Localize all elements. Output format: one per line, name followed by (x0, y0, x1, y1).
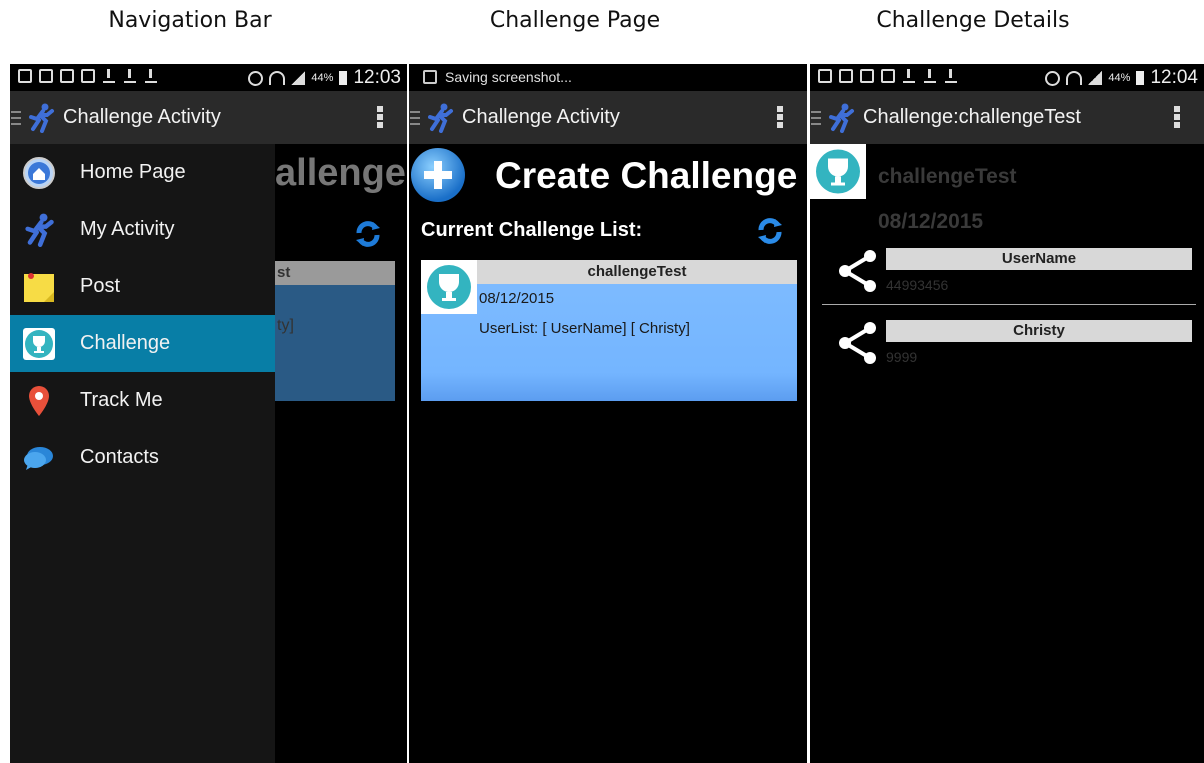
download-icon (144, 69, 158, 83)
link-icon (860, 69, 874, 83)
nav-item-post[interactable]: Post (10, 258, 275, 315)
overflow-menu-icon[interactable] (1174, 106, 1180, 128)
status-bar: Saving screenshot... (409, 64, 807, 91)
create-challenge-title: Create Challenge (495, 155, 798, 196)
add-challenge-button[interactable] (411, 148, 465, 202)
clock: 12:03 (353, 67, 401, 88)
runner-icon (27, 103, 55, 133)
home-icon (22, 156, 56, 190)
image-icon (81, 69, 95, 83)
caption-challenge-details: Challenge Details (876, 8, 1070, 33)
background-heading: allenge (275, 152, 406, 194)
app-title: Challenge Activity (63, 106, 221, 128)
app-title: Challenge:challengeTest (863, 106, 1081, 128)
status-bar: 44% 12:04 (810, 64, 1204, 91)
signal-icon (291, 71, 306, 85)
overflow-menu-icon[interactable] (377, 106, 383, 128)
create-challenge-row: Create Challenge (409, 148, 807, 204)
battery-level: 44% (1108, 72, 1131, 84)
clock: 12:04 (1150, 67, 1198, 88)
screen-navigation-bar: 44% 12:03 Challenge Activity allenge st … (10, 64, 407, 763)
challenge-name: challengeTest (477, 260, 797, 284)
participant-name: UserName (886, 248, 1192, 270)
trophy-icon (22, 327, 56, 361)
background-card: st ty] (275, 261, 395, 401)
nav-label: Contacts (80, 446, 159, 468)
refresh-icon[interactable] (755, 216, 785, 246)
runner-icon (827, 103, 855, 133)
link-icon (60, 69, 74, 83)
action-bar: Challenge Activity (10, 91, 407, 144)
nav-item-contacts[interactable]: Contacts (10, 429, 275, 486)
divider (822, 304, 1196, 305)
facebook-icon (39, 69, 53, 83)
drawer-toggle-icon[interactable] (410, 110, 420, 125)
background-card-head: st (275, 261, 395, 285)
nav-label: Challenge (80, 332, 171, 354)
nav-item-my-activity[interactable]: My Activity (10, 201, 275, 258)
screen-challenge-page: Saving screenshot... Challenge Activity … (409, 64, 807, 763)
trophy-icon (810, 144, 866, 199)
caption-navigation-bar: Navigation Bar (108, 8, 272, 33)
facebook-icon (839, 69, 853, 83)
share-icon[interactable] (836, 248, 880, 294)
battery-icon (339, 71, 348, 85)
challenge-name: challengeTest (878, 165, 1017, 188)
battery-level: 44% (311, 72, 334, 84)
download-icon (102, 69, 116, 83)
nav-label: Track Me (80, 389, 163, 411)
signal-icon (1088, 71, 1103, 85)
message-icon (18, 69, 32, 83)
share-icon[interactable] (836, 320, 880, 366)
participant-score: 9999 (886, 349, 918, 365)
saving-notification: Saving screenshot... (445, 69, 572, 85)
refresh-icon (356, 221, 380, 247)
runner-icon (426, 103, 454, 133)
image-icon (881, 69, 895, 83)
status-bar: 44% 12:03 (10, 64, 407, 91)
sticky-note-icon (22, 270, 56, 304)
nav-label: Home Page (80, 161, 186, 183)
map-pin-icon (22, 384, 56, 418)
download-icon (944, 69, 958, 83)
participant-row[interactable]: UserName 44993456 (836, 248, 1192, 300)
battery-icon (1136, 71, 1145, 85)
action-bar: Challenge:challengeTest (810, 91, 1204, 144)
download-icon (902, 69, 916, 83)
nav-item-challenge[interactable]: Challenge (10, 315, 275, 372)
drawer-toggle-icon[interactable] (811, 110, 821, 125)
challenge-date: 08/12/2015 (479, 290, 555, 307)
download-icon (123, 69, 137, 83)
participant-score: 44993456 (886, 277, 949, 293)
wifi-icon (269, 71, 286, 85)
challenge-list-label: Current Challenge List: (421, 219, 643, 241)
runner-icon (22, 213, 56, 247)
nav-label: My Activity (80, 218, 175, 240)
wifi-icon (1066, 71, 1083, 85)
action-bar: Challenge Activity (409, 91, 807, 144)
caption-challenge-page: Challenge Page (489, 8, 661, 33)
background-card-text: ty] (277, 317, 294, 334)
alarm-icon (1045, 70, 1061, 86)
navigation-drawer: Home Page My Activity Post Challenge Tra… (10, 144, 275, 763)
nav-item-track-me[interactable]: Track Me (10, 372, 275, 429)
nav-item-home-page[interactable]: Home Page (10, 144, 275, 201)
trophy-icon (421, 260, 477, 314)
challenge-card[interactable]: challengeTest 08/12/2015 UserList: [ Use… (421, 260, 797, 401)
participant-name: Christy (886, 320, 1192, 342)
message-icon (818, 69, 832, 83)
alarm-icon (248, 70, 264, 86)
overflow-menu-icon[interactable] (777, 106, 783, 128)
chat-bubble-icon (22, 441, 56, 475)
participant-row[interactable]: Christy 9999 (836, 320, 1192, 372)
screenshot-icon (423, 70, 437, 84)
challenge-date: 08/12/2015 (878, 210, 984, 233)
download-icon (923, 69, 937, 83)
screen-challenge-details: 44% 12:04 Challenge:challengeTest challe… (810, 64, 1204, 763)
nav-label: Post (80, 275, 121, 297)
app-title: Challenge Activity (462, 106, 620, 128)
drawer-toggle-icon[interactable] (11, 110, 21, 125)
challenge-user-list: UserList: [ UserName] [ Christy] (479, 320, 690, 337)
